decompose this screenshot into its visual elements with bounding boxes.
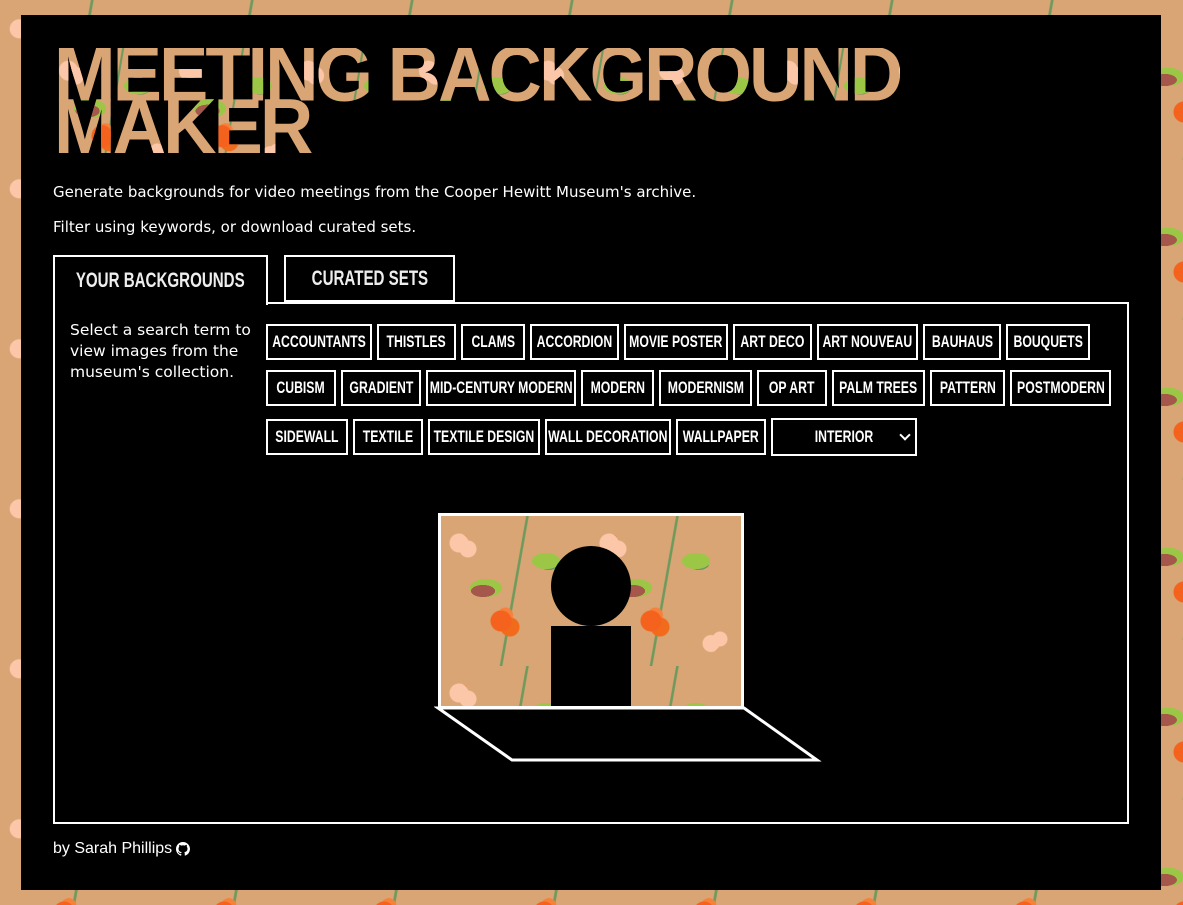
- laptop-base-shape: [434, 706, 822, 762]
- tag-button[interactable]: Modernism: [659, 370, 752, 406]
- tag-button[interactable]: Accordion: [530, 324, 619, 360]
- tag-label: Palm Trees: [839, 378, 918, 397]
- tag-button[interactable]: Postmodern: [1010, 370, 1111, 406]
- intro-text: Generate backgrounds for video meetings …: [53, 183, 697, 201]
- tag-label: Postmodern: [1016, 378, 1105, 397]
- page-title: Meeting Background Maker: [54, 48, 901, 153]
- search-hint: Select a search term to view images from…: [70, 321, 251, 381]
- category-select[interactable]: Interior: [771, 418, 917, 456]
- tag-button[interactable]: Mid-Century Modern: [426, 370, 576, 406]
- tag-label: Modern: [590, 378, 645, 397]
- tag-label: Gradient: [349, 378, 413, 397]
- tag-button[interactable]: Accountants: [266, 324, 372, 360]
- tag-row: Sidewall Textile Textile Design Wall Dec…: [266, 418, 1126, 456]
- tag-label: Bouquets: [1013, 332, 1083, 351]
- tag-label: Textile Design: [433, 427, 535, 446]
- tag-button[interactable]: Op Art: [757, 370, 827, 406]
- tab-your-backgrounds[interactable]: Your Backgrounds: [53, 255, 268, 305]
- tag-button[interactable]: Art Deco: [733, 324, 812, 360]
- chevron-down-icon: [899, 429, 911, 441]
- tab-label: Curated Sets: [311, 266, 428, 290]
- tag-button[interactable]: Palm Trees: [832, 370, 925, 406]
- tag-label: Modernism: [667, 378, 744, 397]
- tag-label: Wallpaper: [683, 427, 759, 446]
- tag-label: Mid-Century Modern: [429, 378, 573, 397]
- tag-row: Cubism Gradient Mid-Century Modern Moder…: [266, 370, 1126, 406]
- tag-label: Art Nouveau: [822, 332, 913, 351]
- tag-label: Thistles: [386, 332, 447, 351]
- tag-button[interactable]: Wall Decoration: [545, 419, 671, 455]
- intro-subtext: Filter using keywords, or download curat…: [53, 218, 417, 236]
- background-preview: [438, 513, 744, 709]
- tag-label: Movie Poster: [629, 332, 723, 351]
- tag-label: Pattern: [939, 378, 996, 397]
- laptop-base-icon: [434, 706, 822, 762]
- tag-button[interactable]: Textile: [353, 419, 423, 455]
- tag-button[interactable]: Thistles: [377, 324, 456, 360]
- tag-button[interactable]: Sidewall: [266, 419, 348, 455]
- tag-button[interactable]: Modern: [581, 370, 654, 406]
- tag-button[interactable]: Clams: [461, 324, 525, 360]
- tag-label: Accordion: [536, 332, 613, 351]
- tag-label: Art Deco: [740, 332, 805, 351]
- tag-button[interactable]: Wallpaper: [676, 419, 766, 455]
- tag-label: Cubism: [276, 378, 326, 397]
- select-value: Interior: [814, 427, 874, 446]
- tab-curated-sets[interactable]: Curated Sets: [284, 255, 455, 302]
- tag-button[interactable]: Movie Poster: [624, 324, 728, 360]
- tag-row: Accountants Thistles Clams Accordion Mov…: [266, 324, 1126, 360]
- person-body-silhouette: [551, 626, 631, 706]
- github-icon[interactable]: [176, 842, 191, 856]
- tag-label: Accountants: [272, 332, 366, 351]
- tag-button[interactable]: Textile Design: [428, 419, 540, 455]
- tag-button[interactable]: Gradient: [341, 370, 421, 406]
- tag-button[interactable]: Bouquets: [1006, 324, 1090, 360]
- search-term-list: Accountants Thistles Clams Accordion Mov…: [266, 324, 1126, 466]
- author-credit: by Sarah Phillips: [53, 840, 173, 857]
- tag-button[interactable]: Cubism: [266, 370, 336, 406]
- tag-label: Sidewall: [275, 427, 339, 446]
- tag-label: Textile: [362, 427, 414, 446]
- tag-label: Op Art: [769, 378, 815, 397]
- tag-button[interactable]: Bauhaus: [923, 324, 1001, 360]
- tag-label: Wall Decoration: [548, 427, 668, 446]
- tag-label: Clams: [471, 332, 515, 351]
- tag-button[interactable]: Pattern: [930, 370, 1005, 406]
- footer: by Sarah Phillips: [53, 840, 191, 858]
- tag-label: Bauhaus: [931, 332, 993, 351]
- tag-button[interactable]: Art Nouveau: [817, 324, 918, 360]
- tab-label: Your Backgrounds: [76, 269, 245, 292]
- person-head-silhouette: [551, 546, 631, 626]
